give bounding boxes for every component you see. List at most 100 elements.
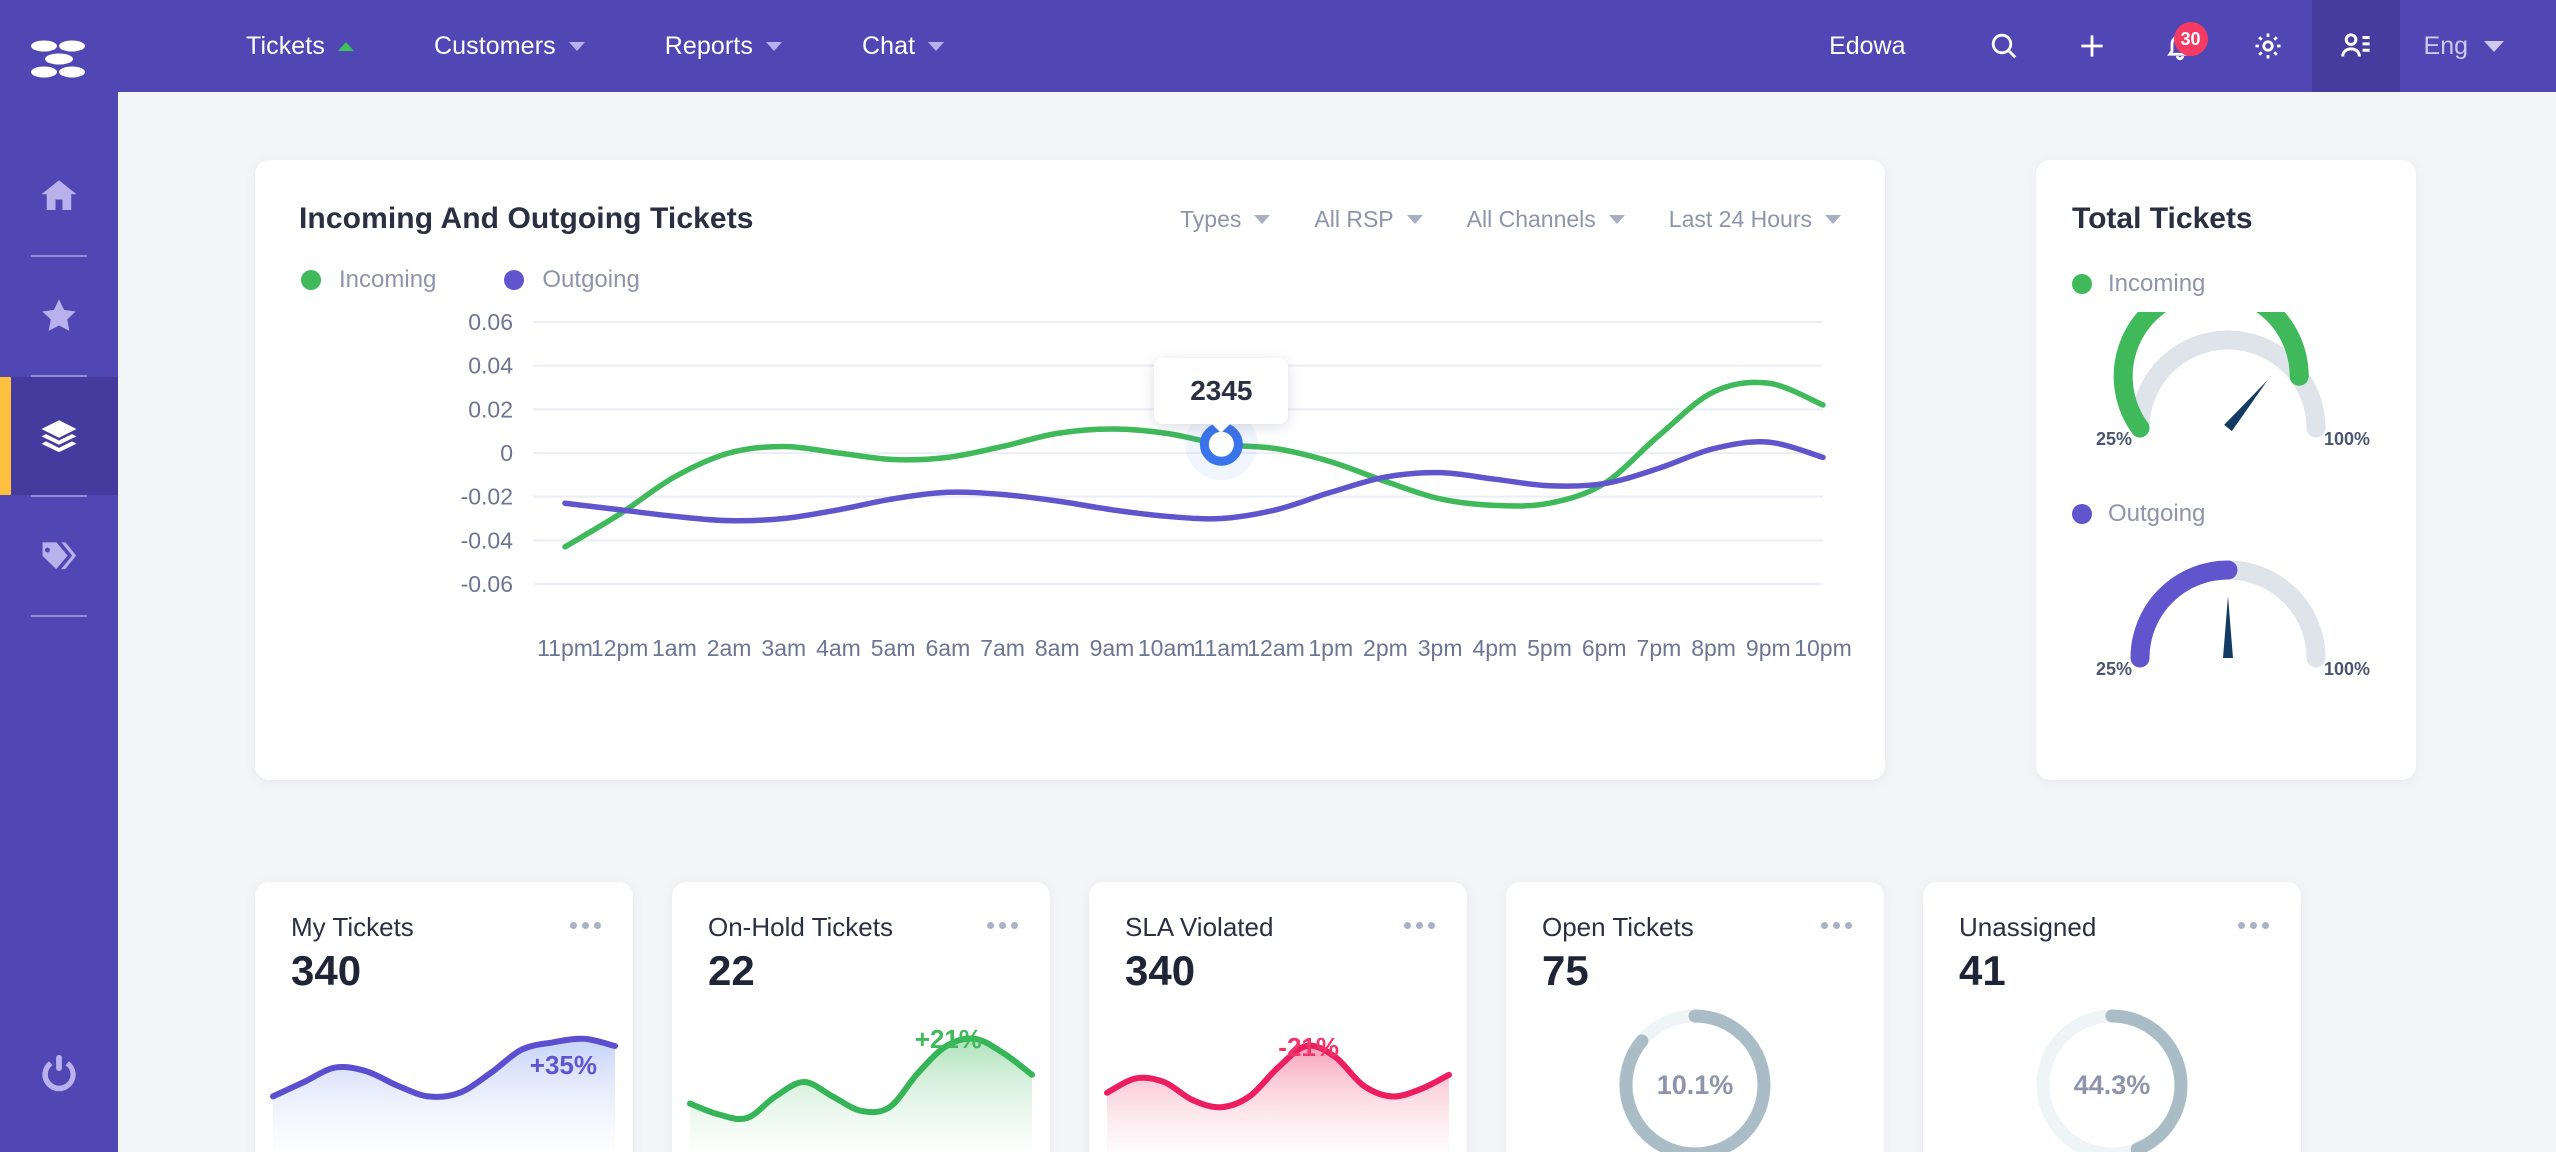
stat-delta: +21%: [914, 1024, 982, 1054]
chevron-down-icon: [1254, 214, 1271, 224]
stat-card-header: Unassigned: [1923, 882, 2301, 943]
nav-label: Tickets: [246, 31, 325, 60]
search-button[interactable]: [1960, 0, 2048, 92]
chevron-down-icon: [928, 41, 945, 51]
power-icon: [42, 1054, 76, 1092]
line-chart[interactable]: 0.06 0.04 0.02 0 -0.02 -0.04 -0.06 11pm12pm 1am 2…: [255, 304, 1885, 704]
app-logo[interactable]: [29, 33, 89, 85]
x-axis-tick-label: 6am: [925, 635, 970, 661]
stat-value: 340: [291, 947, 362, 994]
gauge-min-label: 25%: [2096, 429, 2133, 449]
donut-chart: 44.3%: [2029, 1002, 2195, 1152]
nav-item-reports[interactable]: Reports: [665, 32, 782, 61]
chevron-down-icon: [765, 41, 782, 51]
x-axis-tick-label: 10am: [1138, 635, 1196, 661]
x-axis-tick-label: 8pm: [1691, 635, 1736, 661]
legend-item-outgoing[interactable]: Outgoing: [504, 266, 640, 294]
sidebar-item-tags[interactable]: [0, 497, 118, 615]
gauge-legend-outgoing: Outgoing: [2072, 500, 2416, 528]
legend-dot-icon: [504, 270, 525, 290]
nav-item-tickets[interactable]: Tickets: [246, 32, 354, 61]
donut-chart: 10.1%: [1612, 1002, 1778, 1152]
add-button[interactable]: [2048, 0, 2136, 92]
sidebar: [0, 0, 118, 1152]
incoming-outgoing-chart-card: Incoming And Outgoing Tickets Types All …: [255, 160, 1885, 780]
settings-button[interactable]: [2224, 0, 2312, 92]
legend-dot-icon: [301, 270, 321, 290]
filter-time-range[interactable]: Last 24 Hours: [1669, 206, 1841, 233]
card-menu-icon[interactable]: [2238, 912, 2269, 929]
stat-title: On-Hold Tickets: [708, 912, 893, 942]
y-axis-tick-label: 0.06: [468, 309, 513, 335]
notifications-button[interactable]: 30: [2136, 0, 2224, 92]
tag-icon: [42, 542, 77, 570]
gauge-legend-incoming: Incoming: [2072, 270, 2416, 298]
gear-icon: [2254, 33, 2281, 59]
stat-card-unassigned: Unassigned 41 44.3%: [1923, 882, 2301, 1152]
filter-types[interactable]: Types: [1180, 206, 1271, 233]
sidebar-item-favorites[interactable]: [0, 257, 118, 375]
star-icon: [42, 299, 76, 331]
x-axis-tick-label: 3pm: [1418, 635, 1463, 661]
notification-badge: 30: [2173, 22, 2208, 56]
stat-delta: -21%: [1278, 1032, 1339, 1062]
user-name[interactable]: Edowa: [1829, 32, 1905, 61]
y-axis-tick-label: -0.02: [461, 484, 513, 510]
chevron-down-icon: [2484, 40, 2504, 52]
sparkline-chart: [1104, 1042, 1452, 1152]
gauge-outgoing-block: Outgoing 25% 100%: [2036, 442, 2416, 679]
card-menu-icon[interactable]: [570, 912, 601, 929]
chevron-down-icon: [1406, 214, 1423, 224]
chevron-down-icon: [1825, 214, 1841, 224]
card-menu-icon[interactable]: [1404, 912, 1435, 929]
legend-label: Outgoing: [542, 266, 640, 293]
y-axis-tick-label: 0: [500, 440, 513, 466]
stat-card-sla-violated: SLA Violated 340 -21%: [1089, 882, 1467, 1152]
filter-rsp[interactable]: All RSP: [1314, 205, 1423, 233]
stat-title: SLA Violated: [1125, 912, 1274, 942]
nav-label: Reports: [664, 31, 753, 60]
stat-title: Unassigned: [1959, 912, 2097, 942]
main-content: Incoming And Outgoing Tickets Types All …: [118, 92, 2556, 1152]
x-axis-tick-label: 12pm: [591, 635, 649, 661]
gauge-fill: [2130, 560, 2238, 668]
x-axis-tick-label: 2am: [707, 635, 752, 661]
legend-item-incoming[interactable]: Incoming: [301, 266, 436, 294]
x-axis-tick-label: 9am: [1090, 635, 1135, 661]
gauge-max-label: 100%: [2323, 659, 2370, 679]
stat-card-on-hold-tickets: On-Hold Tickets 22 +21%: [672, 882, 1050, 1152]
y-axis-tick-label: -0.06: [461, 571, 513, 597]
main-menu: Tickets Customers Reports Chat: [246, 32, 1024, 61]
chevron-up-icon: [337, 41, 354, 51]
stat-card-header: On-Hold Tickets: [672, 882, 1050, 943]
filter-label: All RSP: [1314, 205, 1394, 232]
x-axis-tick-label: 11am: [1193, 635, 1249, 661]
sidebar-item-layers[interactable]: [0, 377, 118, 495]
x-axis-tick-label: 12am: [1247, 635, 1305, 661]
card-menu-icon[interactable]: [987, 912, 1018, 929]
total-tickets-title: Total Tickets: [2072, 202, 2253, 235]
stat-value: 22: [708, 947, 755, 994]
gauge-needle: [2223, 596, 2233, 658]
sidebar-item-home[interactable]: [0, 137, 118, 255]
stat-card-header: My Tickets: [255, 882, 633, 943]
sidebar-item-power[interactable]: [36, 1048, 82, 1094]
contacts-button[interactable]: [2311, 0, 2400, 92]
stat-delta: +35%: [529, 1050, 597, 1080]
chevron-down-icon: [1608, 214, 1625, 224]
x-axis-tick-label: 1pm: [1308, 635, 1353, 661]
stat-value: 75: [1542, 947, 1589, 994]
stat-card-my-tickets: My Tickets 340 +35%: [255, 882, 633, 1152]
filter-channels[interactable]: All Channels: [1467, 206, 1625, 233]
gauge-incoming: 25% 100%: [2078, 278, 2378, 449]
language-selector[interactable]: Eng: [2424, 32, 2504, 61]
plus-icon: [2080, 35, 2103, 57]
nav-item-customers[interactable]: Customers: [434, 32, 585, 61]
chevron-down-icon: [568, 41, 585, 51]
x-axis-tick-label: 7am: [980, 635, 1025, 661]
nav-item-chat[interactable]: Chat: [861, 31, 945, 61]
donut-label: 10.1%: [1656, 1069, 1734, 1100]
topbar-actions: Edowa 30 Eng: [1829, 0, 2556, 92]
card-menu-icon[interactable]: [1821, 912, 1852, 929]
nav-label: Chat: [861, 31, 916, 60]
